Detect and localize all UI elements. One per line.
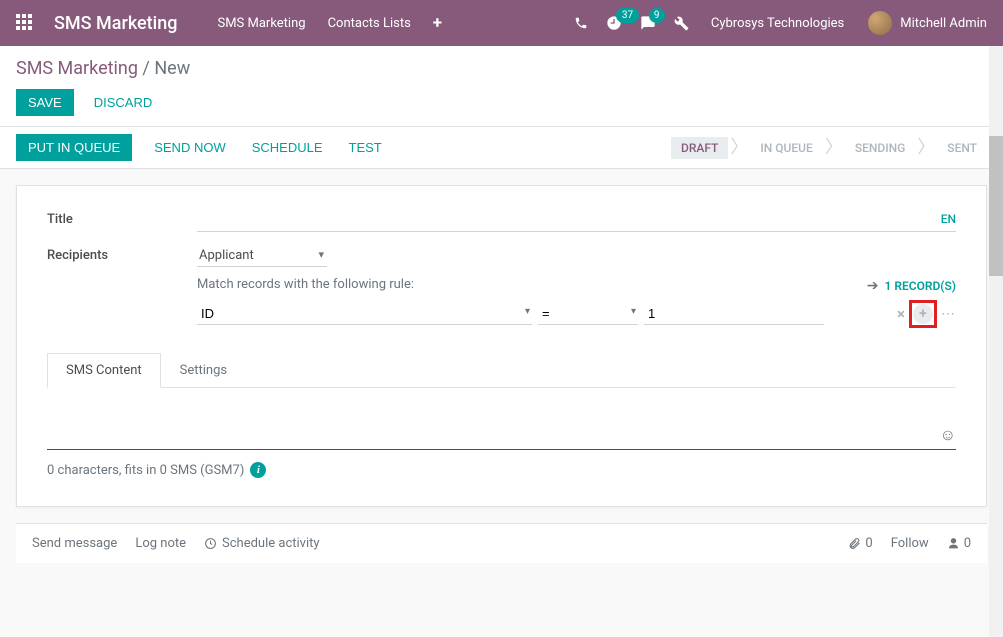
user-menu[interactable]: Mitchell Admin — [862, 11, 987, 35]
scrollbar[interactable] — [989, 46, 1003, 637]
statusbar-row: PUT IN QUEUE SEND NOW SCHEDULE TEST DRAF… — [0, 127, 1003, 169]
add-rule-highlight: + — [909, 300, 937, 328]
sms-message-input[interactable] — [47, 414, 956, 442]
send-message-button[interactable]: Send message — [32, 536, 117, 551]
tab-sms-content[interactable]: SMS Content — [47, 353, 161, 388]
schedule-button[interactable]: SCHEDULE — [248, 134, 327, 161]
status-draft[interactable]: DRAFT — [671, 137, 728, 159]
phone-icon[interactable] — [574, 16, 588, 30]
breadcrumb: SMS Marketing / New — [16, 58, 987, 79]
statusbar: DRAFT 〉 IN QUEUE 〉 SENDING 〉 SENT — [671, 137, 987, 159]
emoji-icon[interactable]: ☺ — [940, 425, 956, 445]
rule-field-select[interactable] — [197, 303, 532, 325]
status-in-queue[interactable]: IN QUEUE — [750, 137, 822, 159]
records-row: ➔ 1 RECORD(S) — [867, 278, 956, 294]
statusbar-buttons: PUT IN QUEUE SEND NOW SCHEDULE TEST — [16, 134, 386, 161]
save-button[interactable]: SAVE — [16, 89, 74, 116]
put-in-queue-button[interactable]: PUT IN QUEUE — [16, 134, 132, 161]
nav-right: 37 9 Cybrosys Technologies Mitchell Admi… — [574, 11, 987, 35]
status-sent[interactable]: SENT — [937, 137, 987, 159]
title-field-wrap: EN — [197, 210, 956, 232]
activities-badge: 37 — [616, 8, 639, 23]
nav-new-icon[interactable]: + — [433, 13, 442, 33]
recipients-field: Applicant Match records with the followi… — [197, 246, 956, 328]
avatar — [868, 11, 892, 35]
nav-contacts-lists[interactable]: Contacts Lists — [328, 16, 411, 31]
chatter-right: 0 Follow 0 — [848, 536, 971, 551]
cp-actions: SAVE DISCARD — [16, 89, 987, 116]
company-name[interactable]: Cybrosys Technologies — [711, 16, 844, 31]
breadcrumb-current: New — [154, 58, 190, 79]
chatter-left: Send message Log note Schedule activity — [32, 536, 320, 551]
scrollbar-thumb[interactable] — [989, 136, 1003, 276]
status-sep: 〉 — [730, 139, 748, 157]
delete-rule-icon[interactable]: × — [897, 305, 905, 323]
info-icon[interactable]: i — [250, 462, 266, 478]
title-label: Title — [47, 210, 197, 227]
recipients-label: Recipients — [47, 246, 197, 263]
status-sep: 〉 — [825, 139, 843, 157]
breadcrumb-parent[interactable]: SMS Marketing — [16, 58, 138, 79]
rule-actions: × + ⋯ — [897, 300, 956, 328]
match-rule-text: Match records with the following rule: — [197, 277, 867, 292]
sms-counter: 0 characters, fits in 0 SMS (GSM7) i — [47, 462, 956, 478]
arrow-right-icon: ➔ — [867, 278, 879, 294]
activities-icon[interactable]: 37 — [606, 15, 622, 31]
follow-button[interactable]: Follow — [891, 536, 929, 551]
app-brand: SMS Marketing — [54, 13, 177, 34]
tab-settings[interactable]: Settings — [161, 353, 246, 388]
rule-value-input[interactable] — [644, 303, 824, 325]
rule-row: × + ⋯ — [197, 300, 956, 328]
add-rule-icon[interactable]: + — [913, 304, 933, 324]
followers-count[interactable]: 0 — [947, 536, 971, 551]
status-sending[interactable]: SENDING — [845, 137, 915, 159]
schedule-activity-button[interactable]: Schedule activity — [204, 536, 320, 551]
rule-more-icon[interactable]: ⋯ — [941, 306, 956, 322]
sms-textarea-wrap: ☺ — [47, 414, 956, 450]
discard-button[interactable]: DISCARD — [90, 89, 157, 116]
form-sheet: Title EN Recipients Applicant Match reco… — [16, 185, 987, 507]
sms-content-pane: ☺ 0 characters, fits in 0 SMS (GSM7) i — [47, 414, 956, 478]
log-note-button[interactable]: Log note — [135, 536, 186, 551]
nav-links: SMS Marketing Contacts Lists + — [217, 13, 573, 33]
send-now-button[interactable]: SEND NOW — [150, 134, 230, 161]
nav-sms-marketing[interactable]: SMS Marketing — [217, 16, 305, 31]
recipients-model-select[interactable]: Applicant — [197, 246, 327, 267]
top-navbar: SMS Marketing SMS Marketing Contacts Lis… — [0, 0, 1003, 46]
title-input[interactable] — [197, 210, 956, 232]
chatter: Send message Log note Schedule activity … — [16, 523, 987, 563]
records-link[interactable]: 1 RECORD(S) — [885, 279, 957, 293]
tabs: SMS Content Settings — [47, 352, 956, 388]
debug-icon[interactable] — [674, 16, 689, 31]
lang-toggle[interactable]: EN — [941, 212, 956, 226]
user-name: Mitchell Admin — [900, 16, 987, 31]
title-row: Title EN — [47, 210, 956, 232]
attachments-count[interactable]: 0 — [848, 536, 872, 551]
rule-operator-select[interactable] — [538, 303, 638, 325]
recipients-row: Recipients Applicant Match records with … — [47, 246, 956, 328]
status-sep: 〉 — [917, 139, 935, 157]
messages-badge: 9 — [649, 8, 665, 23]
messages-icon[interactable]: 9 — [640, 15, 656, 31]
control-panel: SMS Marketing / New SAVE DISCARD — [0, 46, 1003, 127]
apps-icon[interactable] — [16, 14, 34, 32]
test-button[interactable]: TEST — [345, 134, 386, 161]
